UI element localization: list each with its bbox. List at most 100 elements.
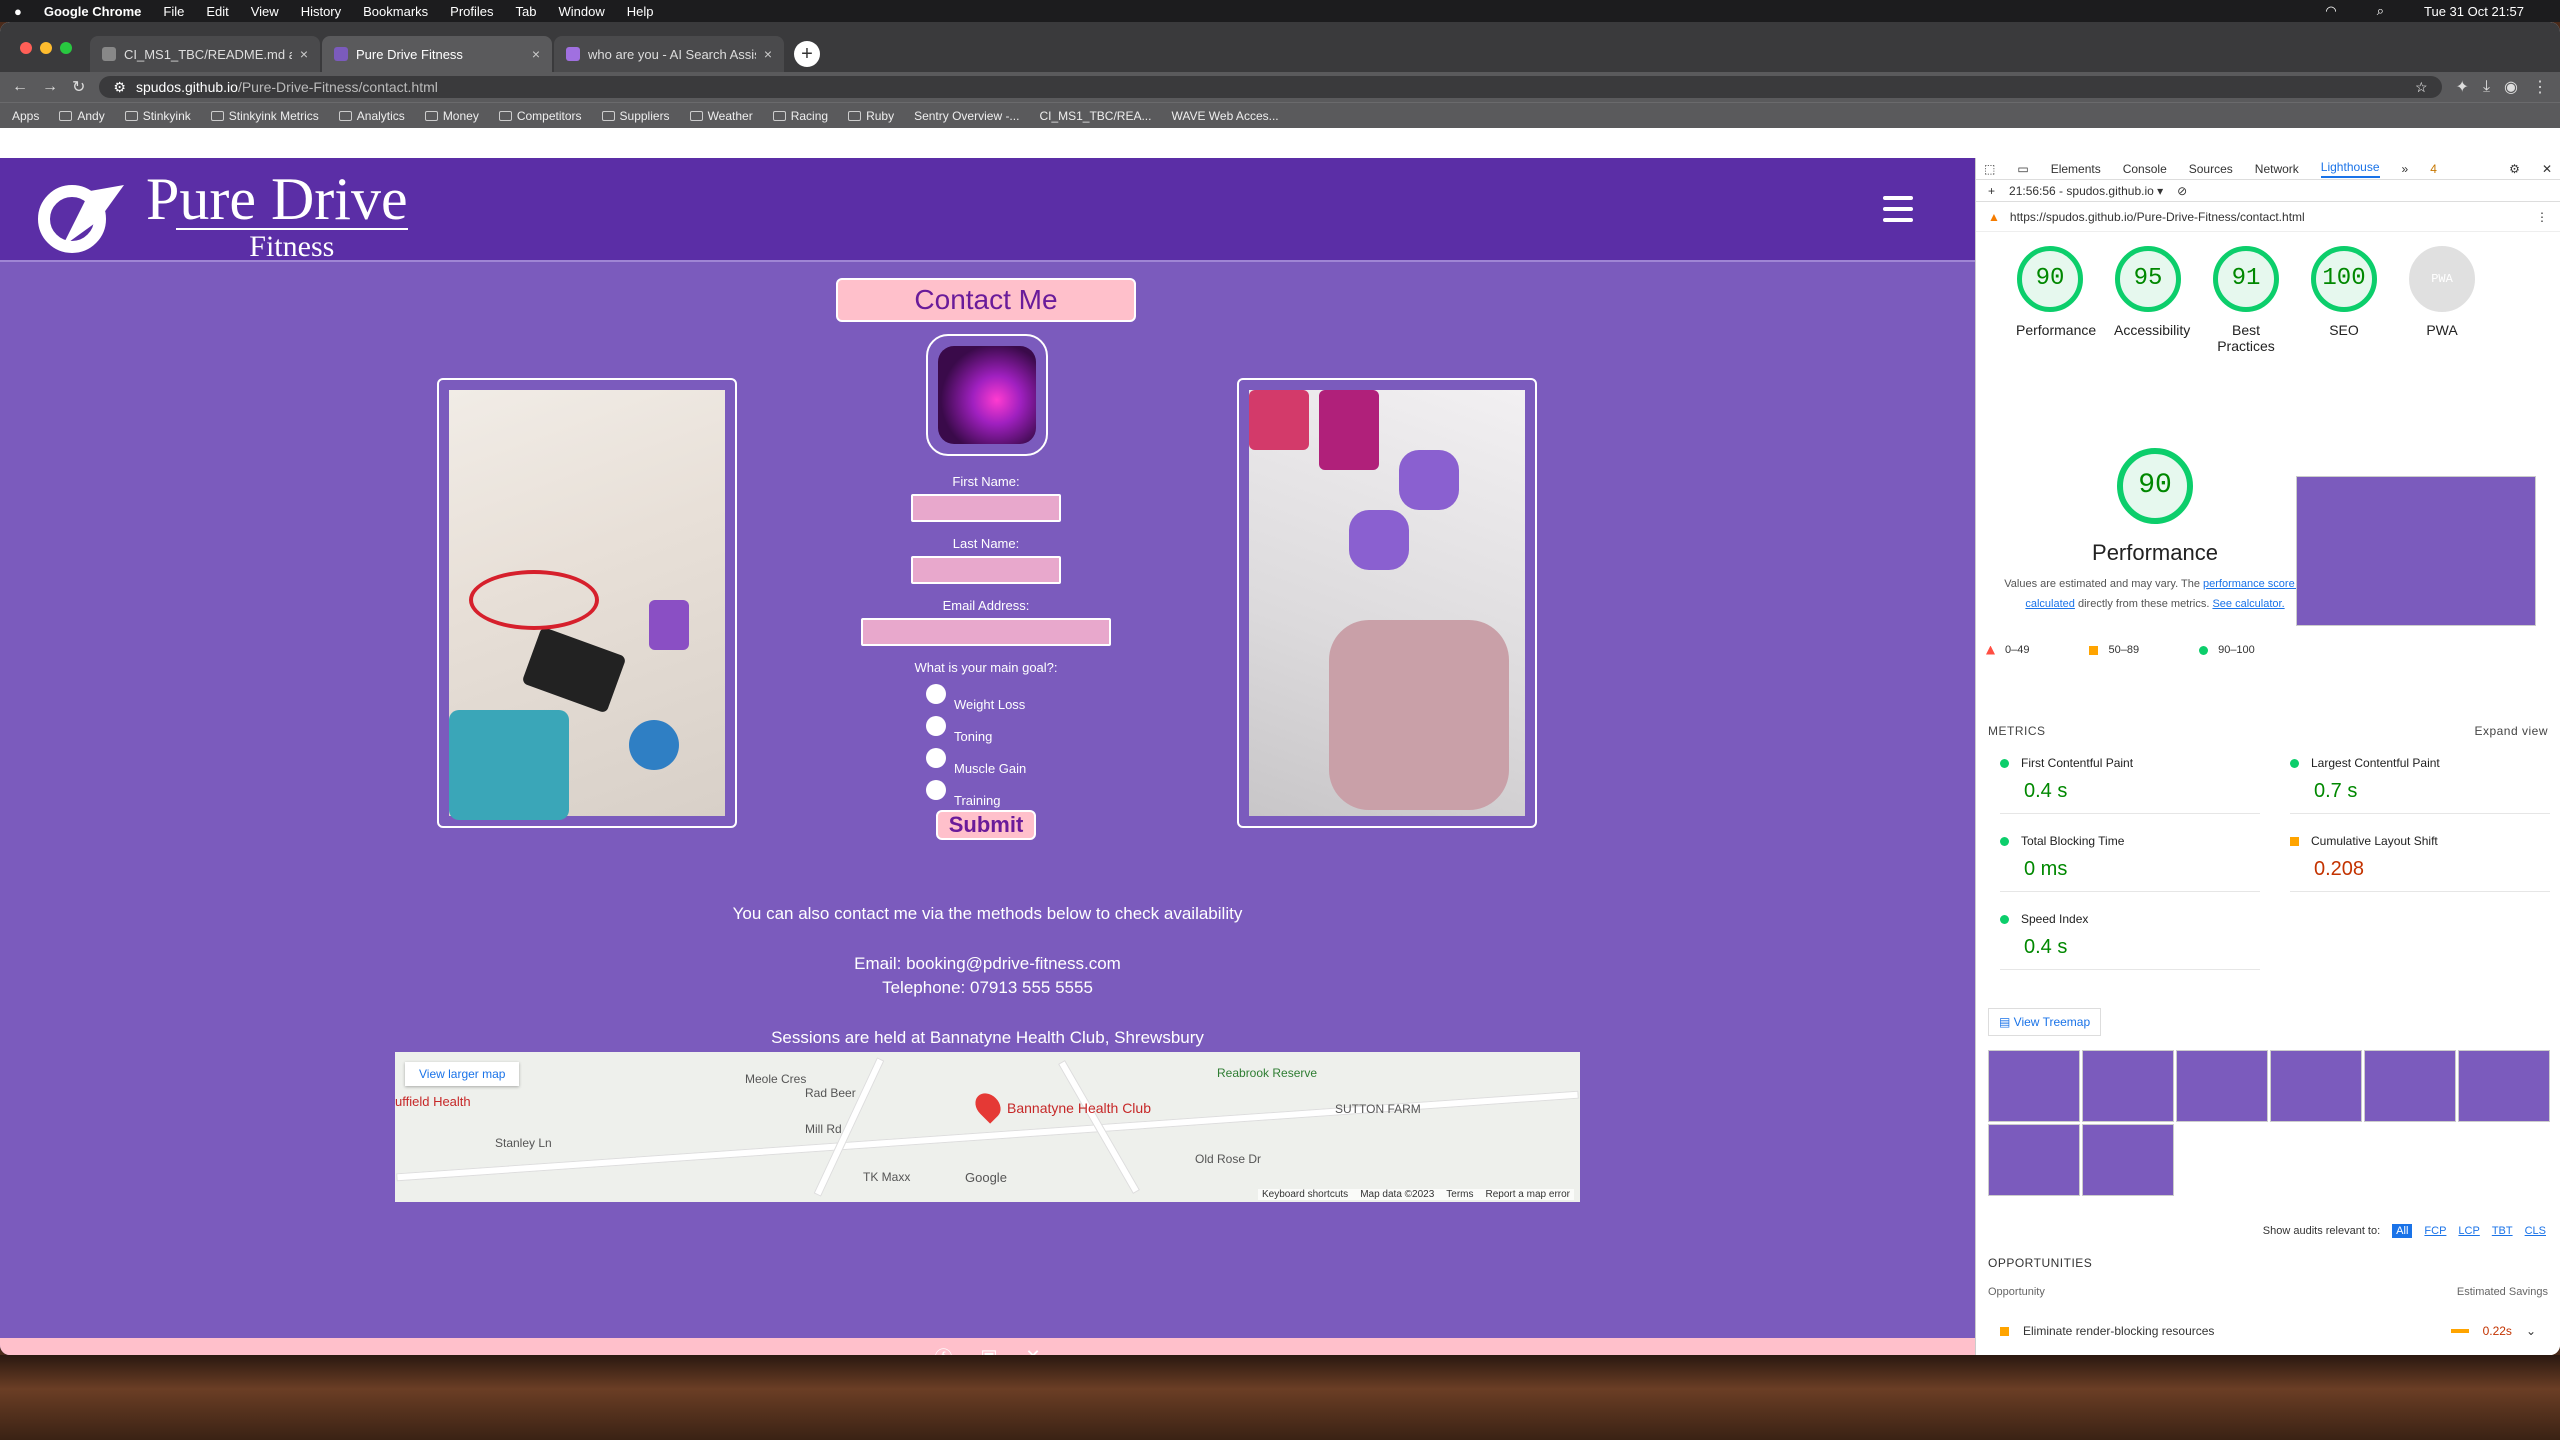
filter-cls[interactable]: CLS	[2525, 1225, 2546, 1237]
score-accessibility[interactable]: 95 Accessibility	[2114, 246, 2190, 354]
menu-profiles[interactable]: Profiles	[450, 4, 493, 19]
radio-button[interactable]	[926, 780, 946, 800]
devtools-tab-lighthouse[interactable]: Lighthouse	[2320, 160, 2380, 178]
bookmark-folder[interactable]: Analytics	[338, 109, 405, 123]
menubar-clock[interactable]: Tue 31 Oct 21:57	[2424, 4, 2524, 19]
clear-icon[interactable]: ⊘	[2177, 184, 2187, 198]
view-treemap-button[interactable]: ▤ View Treemap	[1988, 1008, 2102, 1036]
wifi-icon[interactable]: ◠	[2325, 3, 2336, 19]
menu-help[interactable]: Help	[627, 4, 654, 19]
email-input[interactable]	[861, 618, 1111, 646]
menu-edit[interactable]: Edit	[206, 4, 228, 19]
menu-file[interactable]: File	[163, 4, 184, 19]
devtools-tab-console[interactable]: Console	[2123, 162, 2167, 176]
filter-lcp[interactable]: LCP	[2458, 1225, 2479, 1237]
see-calculator-link[interactable]: See calculator.	[2212, 598, 2284, 610]
report-session-select[interactable]: 21:56:56 - spudos.github.io ▾	[2009, 184, 2163, 198]
device-toggle-icon[interactable]: ▭	[2017, 162, 2028, 176]
search-icon[interactable]: ⌕	[2377, 3, 2384, 19]
submit-button[interactable]: Submit	[936, 810, 1036, 840]
view-larger-map-link[interactable]: View larger map	[405, 1062, 520, 1086]
bookmark-folder[interactable]: Racing	[772, 109, 828, 123]
report-menu-icon[interactable]: ⋮	[2536, 210, 2548, 224]
bookmark-folder[interactable]: Suppliers	[601, 109, 670, 123]
new-tab-button[interactable]: +	[794, 41, 820, 67]
profile-avatar[interactable]: ◉	[2504, 77, 2518, 97]
more-tabs-icon[interactable]: »	[2402, 162, 2409, 176]
menu-tab[interactable]: Tab	[516, 4, 537, 19]
first-name-input[interactable]	[911, 494, 1061, 522]
goal-option[interactable]: Toning	[926, 712, 1046, 744]
score-pwa[interactable]: PWA PWA	[2408, 246, 2476, 354]
tab-readme[interactable]: CI_MS1_TBC/README.md at m ×	[90, 36, 320, 72]
forward-icon[interactable]: →	[42, 78, 58, 96]
map-pin-icon[interactable]	[970, 1088, 1006, 1124]
bookmark-folder[interactable]: Weather	[689, 109, 753, 123]
expand-view-toggle[interactable]: Expand view	[2474, 724, 2548, 738]
minimize-window-button[interactable]	[40, 42, 52, 54]
score-best-practices[interactable]: 91 Best Practices	[2212, 246, 2280, 354]
bookmark-folder[interactable]: Money	[424, 109, 479, 123]
reload-icon[interactable]: ↻	[72, 77, 85, 97]
bookmark-folder[interactable]: Stinkyink	[124, 109, 191, 123]
more-icon[interactable]: ⋮	[2532, 77, 2548, 97]
close-tab-icon[interactable]: ×	[764, 46, 772, 62]
close-devtools-icon[interactable]: ✕	[2542, 162, 2552, 176]
score-seo[interactable]: 100 SEO	[2310, 246, 2378, 354]
instagram-icon[interactable]: ▣	[980, 1346, 997, 1355]
tab-pure-drive[interactable]: Pure Drive Fitness ×	[322, 36, 552, 72]
x-twitter-icon[interactable]: ✕	[1025, 1346, 1040, 1355]
bookmark-folder[interactable]: Stinkyink Metrics	[210, 109, 319, 123]
menu-view[interactable]: View	[251, 4, 279, 19]
apple-icon[interactable]: ●	[14, 4, 22, 19]
download-icon[interactable]: ⤓	[2483, 78, 2490, 96]
bookmark-wave[interactable]: WAVE Web Acces...	[1171, 109, 1278, 123]
goal-option[interactable]: Weight Loss	[926, 680, 1046, 712]
close-tab-icon[interactable]: ×	[300, 46, 308, 62]
menu-window[interactable]: Window	[559, 4, 605, 19]
goal-option[interactable]: Muscle Gain	[926, 744, 1046, 776]
last-name-input[interactable]	[911, 556, 1061, 584]
close-tab-icon[interactable]: ×	[532, 46, 540, 62]
filter-all[interactable]: All	[2392, 1224, 2413, 1238]
menu-app-name[interactable]: Google Chrome	[44, 4, 142, 19]
site-info-icon[interactable]: ⚙	[113, 79, 126, 96]
devtools-tab-elements[interactable]: Elements	[2051, 162, 2101, 176]
facebook-icon[interactable]: ⓕ	[934, 1344, 952, 1356]
issues-badge[interactable]: 4	[2430, 162, 2437, 176]
back-icon[interactable]: ←	[12, 78, 28, 96]
contact-phone[interactable]: Telephone: 07913 555 5555	[0, 978, 1975, 998]
opportunity-render-blocking[interactable]: Eliminate render-blocking resources 0.22…	[2000, 1324, 2536, 1338]
bookmark-folder[interactable]: Andy	[59, 109, 105, 123]
settings-gear-icon[interactable]: ⚙	[2509, 162, 2520, 176]
hamburger-menu-icon[interactable]	[1883, 196, 1913, 222]
add-report-icon[interactable]: +	[1988, 184, 1995, 198]
menu-history[interactable]: History	[301, 4, 341, 19]
radio-button[interactable]	[926, 716, 946, 736]
radio-button[interactable]	[926, 684, 946, 704]
inspect-icon[interactable]: ⬚	[1984, 162, 1995, 176]
google-map[interactable]: View larger map Bannatyne Health Club uf…	[395, 1052, 1580, 1202]
devtools-tab-sources[interactable]: Sources	[2189, 162, 2233, 176]
goal-option[interactable]: Training	[926, 776, 1046, 808]
map-terms-link[interactable]: Terms	[1446, 1189, 1473, 1200]
bookmark-folder[interactable]: Ruby	[848, 109, 894, 123]
zoom-window-button[interactable]	[60, 42, 72, 54]
close-window-button[interactable]	[20, 42, 32, 54]
map-shortcuts-link[interactable]: Keyboard shortcuts	[1262, 1189, 1348, 1200]
map-report-link[interactable]: Report a map error	[1486, 1189, 1570, 1200]
bookmark-sentry[interactable]: Sentry Overview -...	[914, 109, 1019, 123]
menu-bookmarks[interactable]: Bookmarks	[363, 4, 428, 19]
extensions-icon[interactable]: ✦	[2456, 77, 2469, 97]
address-bar[interactable]: ⚙ spudos.github.io/Pure-Drive-Fitness/co…	[99, 76, 2442, 98]
filter-tbt[interactable]: TBT	[2492, 1225, 2513, 1237]
filter-fcp[interactable]: FCP	[2424, 1225, 2446, 1237]
star-icon[interactable]: ☆	[2415, 79, 2428, 96]
score-performance[interactable]: 90 Performance	[2016, 246, 2096, 354]
devtools-tab-network[interactable]: Network	[2255, 162, 2299, 176]
radio-button[interactable]	[926, 748, 946, 768]
contact-email[interactable]: Email: booking@pdrive-fitness.com	[0, 954, 1975, 974]
bookmark-github[interactable]: CI_MS1_TBC/REA...	[1039, 109, 1151, 123]
site-logo[interactable]: Pure Drive Fitness	[32, 169, 408, 264]
tab-ai-search[interactable]: who are you - AI Search Assis ×	[554, 36, 784, 72]
